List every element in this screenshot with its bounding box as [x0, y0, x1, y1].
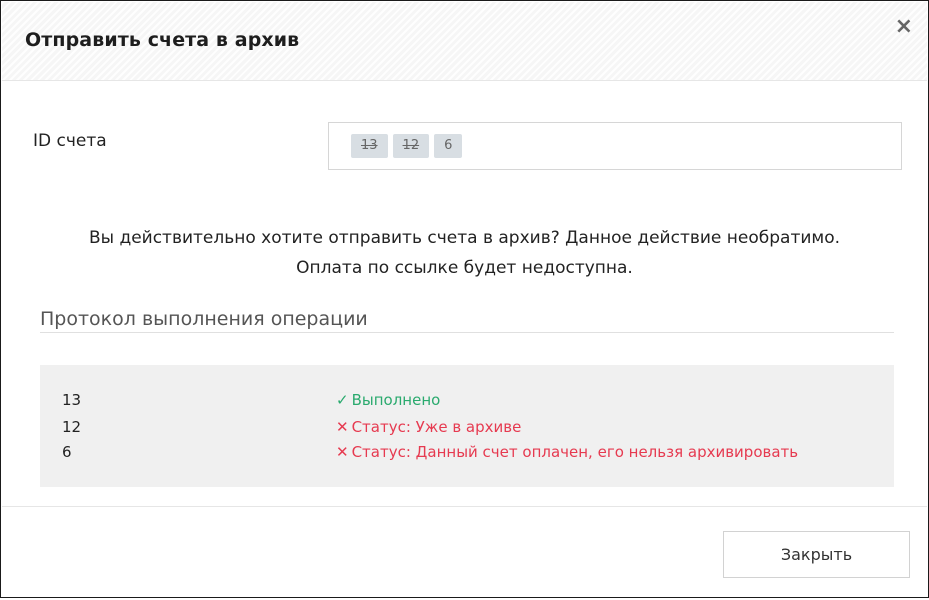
invoice-id-tags: 13 12 6 — [351, 134, 463, 158]
log-row-status-text: Выполнено — [351, 391, 441, 409]
log-row: 13 ✓ Выполнено — [40, 387, 894, 413]
cross-icon: ✕ — [336, 443, 349, 461]
confirmation-line-2: Оплата по ссылке будет недоступна. — [296, 258, 633, 278]
log-row-status-text: Статус: Данный счет оплачен, его нельзя … — [351, 443, 799, 461]
dialog-header: Отправить счета в архив × — [2, 2, 927, 81]
log-row: 12 ✕ Статус: Уже в архиве — [40, 414, 894, 440]
invoice-id-label: ID счета — [33, 131, 107, 151]
log-title: Протокол выполнения операции — [40, 308, 368, 330]
invoice-id-tag-input[interactable]: 13 12 6 — [328, 122, 902, 170]
cross-icon: ✕ — [336, 418, 349, 436]
archive-dialog: Отправить счета в архив × ID счета 13 12… — [0, 0, 929, 598]
dialog-title: Отправить счета в архив — [25, 29, 300, 51]
log-row-id: 6 — [62, 443, 72, 461]
invoice-tag-6[interactable]: 6 — [434, 134, 463, 158]
confirmation-message: Вы действительно хотите отправить счета … — [1, 223, 928, 283]
log-row-status: ✕ Статус: Уже в архиве — [336, 414, 521, 440]
checkmark-icon: ✓ — [336, 391, 349, 409]
log-title-divider — [40, 332, 894, 333]
log-row-status: ✓ Выполнено — [336, 387, 440, 413]
log-row-id: 13 — [62, 391, 82, 409]
operation-log: 13 ✓ Выполнено 12 ✕ Статус: Уже в архиве 6… — [40, 365, 894, 487]
log-row-status-text: Статус: Уже в архиве — [351, 418, 522, 436]
close-button[interactable]: Закрыть — [723, 531, 910, 578]
invoice-tag-12[interactable]: 12 — [392, 134, 430, 158]
invoice-tag-13[interactable]: 13 — [351, 134, 388, 158]
footer-divider — [2, 506, 927, 507]
log-row-id: 12 — [62, 418, 82, 436]
log-row: 6 ✕ Статус: Данный счет оплачен, его нель… — [40, 439, 894, 465]
confirmation-line-1: Вы действительно хотите отправить счета … — [88, 228, 841, 248]
log-row-status: ✕ Статус: Данный счет оплачен, его нельзя… — [336, 439, 798, 465]
close-icon[interactable]: × — [895, 16, 913, 38]
